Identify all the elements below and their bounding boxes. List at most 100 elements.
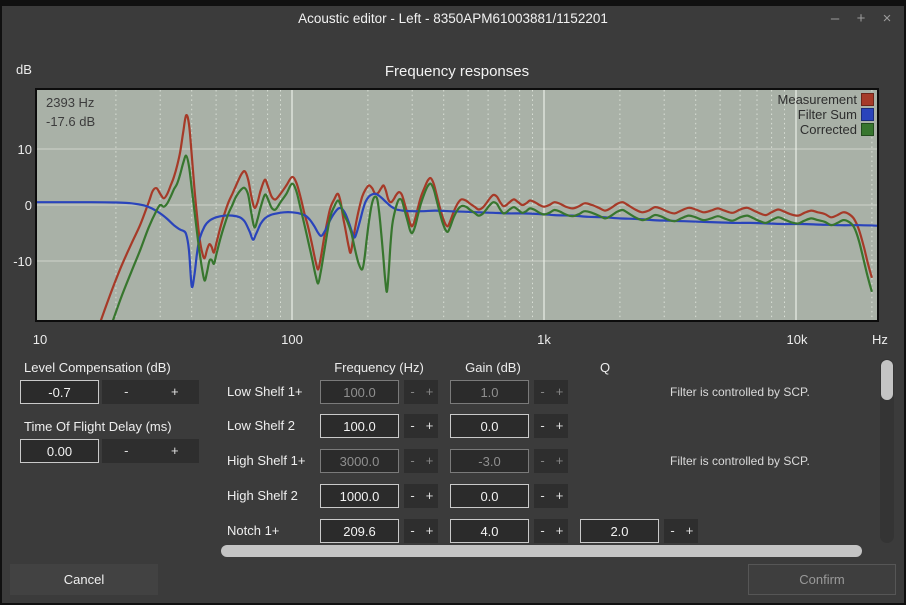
level-compensation-input[interactable]: -0.7 <box>20 380 99 404</box>
level-compensation-plus-button[interactable]: + <box>151 380 200 404</box>
level-compensation-label: Level Compensation (dB) <box>24 360 171 375</box>
level-compensation-minus-button[interactable]: - <box>102 380 151 404</box>
q-column-header: Q <box>593 360 617 375</box>
gain-plus-button[interactable]: + <box>551 484 568 508</box>
filter-row-label: Low Shelf 2 <box>227 414 295 438</box>
gain-stepper: -+ <box>534 414 568 438</box>
cursor-readout: 2393 Hz -17.6 dB <box>46 93 95 131</box>
frequency-stepper: -+ <box>404 519 438 543</box>
legend-row: Measurement <box>778 92 874 107</box>
filter-row-label: Low Shelf 1+ <box>227 380 303 404</box>
close-button[interactable]: × <box>878 10 896 27</box>
gain-minus-button[interactable]: - <box>534 414 551 438</box>
frequency-input[interactable]: 209.6 <box>320 519 399 543</box>
frequency-input[interactable]: 100.0 <box>320 414 399 438</box>
q-input[interactable]: 2.0 <box>580 519 659 543</box>
chart-title: Frequency responses <box>35 63 879 80</box>
frequency-minus-button[interactable]: - <box>404 519 421 543</box>
q-minus-button[interactable]: - <box>664 519 681 543</box>
filter-row-label: High Shelf 2 <box>227 484 298 508</box>
cursor-level: -17.6 dB <box>46 112 95 131</box>
cursor-frequency: 2393 Hz <box>46 93 95 112</box>
gain-input[interactable]: 4.0 <box>450 519 529 543</box>
time-of-flight-plus-button[interactable]: + <box>151 439 200 463</box>
gain-minus-button[interactable]: - <box>534 519 551 543</box>
gain-plus-button[interactable]: + <box>551 380 568 404</box>
frequency-plus-button[interactable]: + <box>421 414 438 438</box>
frequency-stepper: -+ <box>404 484 438 508</box>
legend-swatch <box>861 108 874 121</box>
confirm-button[interactable]: Confirm <box>748 564 896 595</box>
filter-row-label: Notch 1+ <box>227 519 279 543</box>
horizontal-scrollbar-thumb[interactable] <box>221 545 862 557</box>
gain-input[interactable]: 0.0 <box>450 414 529 438</box>
frequency-plus-button[interactable]: + <box>421 484 438 508</box>
legend-row: Corrected <box>778 122 874 137</box>
gain-plus-button[interactable]: + <box>551 414 568 438</box>
scp-controlled-note: Filter is controlled by SCP. <box>670 380 810 404</box>
x-axis-unit: Hz <box>872 332 888 347</box>
legend-swatch <box>861 123 874 136</box>
gain-column-header: Gain (dB) <box>443 360 543 375</box>
time-of-flight-minus-button[interactable]: - <box>102 439 151 463</box>
gain-stepper: -+ <box>534 449 568 473</box>
gain-minus-button[interactable]: - <box>534 449 551 473</box>
gain-stepper: -+ <box>534 519 568 543</box>
x-tick-label: 10 <box>33 332 47 347</box>
frequency-minus-button[interactable]: - <box>404 484 421 508</box>
window-top-edge <box>2 2 904 6</box>
level-compensation-stepper: - + <box>102 380 199 404</box>
gain-stepper: -+ <box>534 380 568 404</box>
series-filter-sum <box>37 194 877 287</box>
frequency-plus-button[interactable]: + <box>421 449 438 473</box>
frequency-stepper: -+ <box>404 414 438 438</box>
filter-table: Frequency (Hz) Gain (dB) Q Low Shelf 1+ 1… <box>227 354 903 554</box>
frequency-response-plot[interactable]: 2393 Hz -17.6 dB MeasurementFilter SumCo… <box>35 88 879 322</box>
maximize-button[interactable]: + <box>852 10 870 27</box>
frequency-stepper: -+ <box>404 380 438 404</box>
frequency-minus-button[interactable]: - <box>404 380 421 404</box>
gain-stepper: -+ <box>534 484 568 508</box>
frequency-input[interactable]: 3000.0 <box>320 449 399 473</box>
time-of-flight-label: Time Of Flight Delay (ms) <box>24 419 172 434</box>
legend-label: Filter Sum <box>798 107 857 122</box>
y-axis-unit: dB <box>16 62 32 77</box>
gain-plus-button[interactable]: + <box>551 449 568 473</box>
vertical-scrollbar[interactable] <box>880 359 894 543</box>
frequency-plus-button[interactable]: + <box>421 380 438 404</box>
frequency-column-header: Frequency (Hz) <box>319 360 439 375</box>
filter-row-high-shelf-1: High Shelf 1+3000.0-+-3.0-+Filter is con… <box>227 449 903 473</box>
window-title: Acoustic editor - Left - 8350APM61003881… <box>2 11 904 26</box>
vertical-scrollbar-thumb[interactable] <box>881 360 893 400</box>
gain-minus-button[interactable]: - <box>534 380 551 404</box>
filter-row-label: High Shelf 1+ <box>227 449 305 473</box>
legend-label: Corrected <box>800 122 857 137</box>
x-tick-label: 10k <box>787 332 808 347</box>
gain-input[interactable]: 1.0 <box>450 380 529 404</box>
q-plus-button[interactable]: + <box>681 519 698 543</box>
acoustic-editor-window: { "window": { "title": "Acoustic editor … <box>0 0 906 605</box>
filter-row-low-shelf-2: Low Shelf 2100.0-+0.0-+ <box>227 414 903 438</box>
filter-row-high-shelf-2: High Shelf 21000.0-+0.0-+ <box>227 484 903 508</box>
gain-input[interactable]: -3.0 <box>450 449 529 473</box>
cancel-button[interactable]: Cancel <box>10 564 158 595</box>
horizontal-scrollbar[interactable] <box>221 545 862 557</box>
gain-minus-button[interactable]: - <box>534 484 551 508</box>
gain-input[interactable]: 0.0 <box>450 484 529 508</box>
time-of-flight-input[interactable]: 0.00 <box>20 439 99 463</box>
time-of-flight-stepper: - + <box>102 439 199 463</box>
chart-legend: MeasurementFilter SumCorrected <box>778 92 874 137</box>
frequency-plus-button[interactable]: + <box>421 519 438 543</box>
y-tick-label: 0 <box>4 198 32 213</box>
frequency-minus-button[interactable]: - <box>404 414 421 438</box>
frequency-input[interactable]: 100.0 <box>320 380 399 404</box>
frequency-minus-button[interactable]: - <box>404 449 421 473</box>
legend-row: Filter Sum <box>778 107 874 122</box>
x-tick-label: 100 <box>281 332 303 347</box>
frequency-input[interactable]: 1000.0 <box>320 484 399 508</box>
minimize-button[interactable]: – <box>826 10 844 27</box>
series-corrected <box>110 156 872 320</box>
y-tick-label: -10 <box>4 254 32 269</box>
legend-swatch <box>861 93 874 106</box>
gain-plus-button[interactable]: + <box>551 519 568 543</box>
